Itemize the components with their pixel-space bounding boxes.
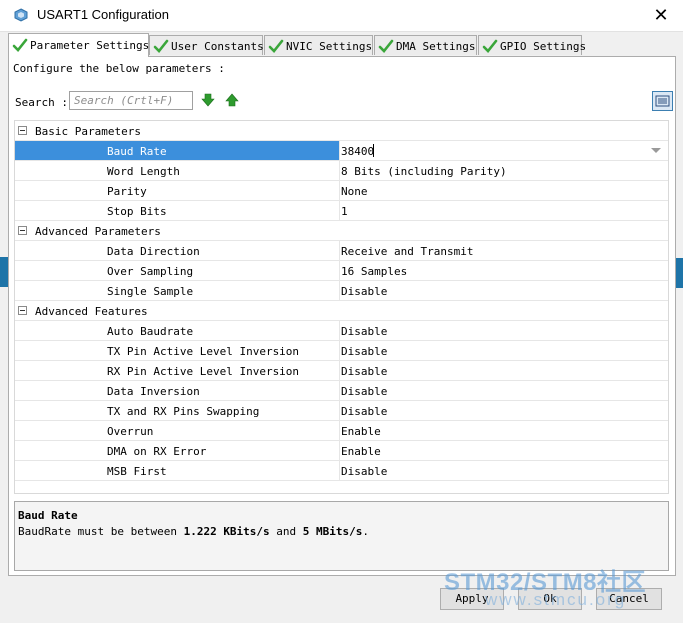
param-row-auto-baudrate[interactable]: Auto Baudrate Disable	[15, 321, 668, 341]
arrow-down-icon[interactable]	[201, 93, 215, 107]
group-row-advanced-parameters[interactable]: Advanced Parameters	[15, 221, 668, 241]
check-icon	[153, 39, 169, 53]
description-max-value: 5 MBits/s	[302, 525, 363, 538]
tab-nvic-settings[interactable]: NVIC Settings	[264, 35, 373, 55]
param-name: Data Inversion	[15, 381, 340, 400]
tab-label: GPIO Settings	[500, 40, 587, 53]
param-row-over-sampling[interactable]: Over Sampling 16 Samples	[15, 261, 668, 281]
param-row-single-sample[interactable]: Single Sample Disable	[15, 281, 668, 301]
parameter-settings-panel: Configure the below parameters : Search …	[8, 56, 676, 576]
window-title: USART1 Configuration	[37, 7, 169, 22]
param-name: Word Length	[15, 161, 340, 180]
param-value[interactable]: Disable	[341, 285, 387, 298]
param-value[interactable]: Disable	[341, 325, 387, 338]
param-row-data-direction[interactable]: Data Direction Receive and Transmit	[15, 241, 668, 261]
param-value[interactable]: 8 Bits (including Parity)	[341, 165, 507, 178]
parameter-grid: Basic Parameters Baud Rate 38400 Word Le…	[14, 120, 669, 494]
list-view-icon	[655, 95, 670, 107]
group-name: Advanced Parameters	[35, 225, 161, 238]
background-window-fragment	[0, 257, 8, 287]
param-row-rx-pin-inversion[interactable]: RX Pin Active Level Inversion Disable	[15, 361, 668, 381]
text-caret	[373, 144, 374, 157]
search-row: Search : Search (Crtl+F)	[13, 91, 673, 113]
param-value[interactable]: Enable	[341, 445, 381, 458]
param-value[interactable]: 1	[341, 205, 348, 218]
param-value[interactable]: Disable	[341, 465, 387, 478]
group-row-advanced-features[interactable]: Advanced Features	[15, 301, 668, 321]
collapse-icon[interactable]	[18, 306, 27, 315]
arrow-up-icon[interactable]	[225, 93, 239, 107]
cube-icon	[14, 8, 28, 22]
param-name: DMA on RX Error	[15, 441, 340, 460]
param-name: MSB First	[15, 461, 340, 480]
watermark-url: www.stmcu.org	[485, 590, 627, 609]
check-icon	[268, 39, 284, 53]
param-name: RX Pin Active Level Inversion	[15, 361, 340, 380]
description-text-part: .	[362, 525, 370, 538]
collapse-icon[interactable]	[18, 226, 27, 235]
param-row-msb-first[interactable]: MSB First Disable	[15, 461, 668, 481]
param-row-overrun[interactable]: Overrun Enable	[15, 421, 668, 441]
param-name: Overrun	[15, 421, 340, 440]
tab-user-constants[interactable]: User Constants	[149, 35, 264, 55]
list-view-toggle-button[interactable]	[652, 91, 673, 111]
param-name: TX and RX Pins Swapping	[15, 401, 340, 420]
collapse-icon[interactable]	[18, 126, 27, 135]
search-input[interactable]: Search (Crtl+F)	[69, 91, 193, 110]
param-row-data-inversion[interactable]: Data Inversion Disable	[15, 381, 668, 401]
param-value[interactable]: Disable	[341, 405, 387, 418]
param-row-tx-pin-inversion[interactable]: TX Pin Active Level Inversion Disable	[15, 341, 668, 361]
check-icon	[12, 38, 28, 52]
tab-gpio-settings[interactable]: GPIO Settings	[478, 35, 586, 55]
param-value[interactable]: 16 Samples	[341, 265, 407, 278]
tab-dma-settings[interactable]: DMA Settings	[374, 35, 477, 55]
description-title: Baud Rate	[18, 509, 78, 522]
group-row-basic-parameters[interactable]: Basic Parameters	[15, 121, 668, 141]
tab-label: DMA Settings	[396, 40, 476, 53]
param-row-word-length[interactable]: Word Length 8 Bits (including Parity)	[15, 161, 668, 181]
param-row-parity[interactable]: Parity None	[15, 181, 668, 201]
param-name: TX Pin Active Level Inversion	[15, 341, 340, 360]
description-text-part: and	[269, 525, 303, 538]
param-name: Data Direction	[15, 241, 340, 260]
param-name: Auto Baudrate	[15, 321, 340, 340]
tab-bar: Parameter Settings User Constants NVIC S…	[8, 33, 676, 57]
title-bar: USART1 Configuration ✕	[0, 0, 683, 32]
param-value[interactable]: Disable	[341, 345, 387, 358]
param-name: Parity	[15, 181, 340, 200]
tab-label: Parameter Settings	[30, 39, 150, 52]
param-value[interactable]: Disable	[341, 365, 387, 378]
tab-label: User Constants	[171, 40, 264, 53]
description-box: Baud Rate BaudRate must be between 1.222…	[14, 501, 669, 571]
tab-label: NVIC Settings	[286, 40, 373, 53]
group-name: Basic Parameters	[35, 125, 141, 138]
baud-rate-input[interactable]	[341, 141, 668, 160]
param-value[interactable]: Enable	[341, 425, 381, 438]
param-value[interactable]: None	[341, 185, 368, 198]
check-icon	[378, 39, 394, 53]
configure-instruction: Configure the below parameters :	[13, 62, 225, 75]
group-name: Advanced Features	[35, 305, 148, 318]
tab-parameter-settings[interactable]: Parameter Settings	[8, 33, 149, 57]
close-icon[interactable]: ✕	[651, 5, 671, 25]
background-window-fragment	[676, 258, 683, 288]
param-name: Single Sample	[15, 281, 340, 300]
param-row-pins-swapping[interactable]: TX and RX Pins Swapping Disable	[15, 401, 668, 421]
check-icon	[482, 39, 498, 53]
param-value[interactable]: Receive and Transmit	[341, 245, 473, 258]
param-name: Over Sampling	[15, 261, 340, 280]
description-text-part: BaudRate must be between	[18, 525, 184, 538]
param-value[interactable]: Disable	[341, 385, 387, 398]
dropdown-arrow-icon[interactable]	[651, 148, 661, 153]
param-row-baud-rate[interactable]: Baud Rate 38400	[15, 141, 668, 161]
search-label: Search :	[15, 96, 68, 109]
description-min-value: 1.222 KBits/s	[183, 525, 270, 538]
param-name: Stop Bits	[15, 201, 340, 220]
param-name: Baud Rate	[15, 141, 340, 160]
param-row-stop-bits[interactable]: Stop Bits 1	[15, 201, 668, 221]
param-row-dma-on-rx-error[interactable]: DMA on RX Error Enable	[15, 441, 668, 461]
description-text: BaudRate must be between 1.222 KBits/s a…	[18, 525, 369, 538]
param-value[interactable]: 38400	[341, 145, 374, 158]
